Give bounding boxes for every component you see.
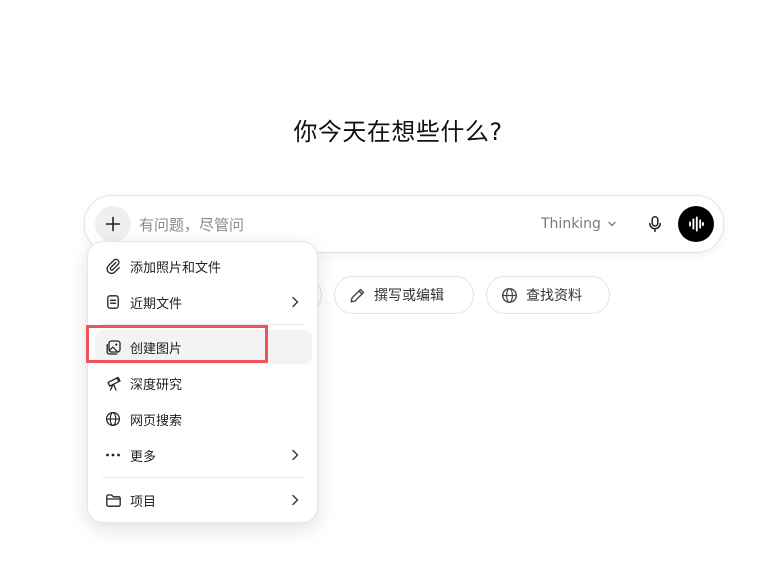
image-icon <box>104 338 122 356</box>
menu-divider <box>102 324 304 325</box>
attachment-menu: 添加照片和文件 近期文件 创建图片 深度研究 网页搜索 更多 项目 <box>87 241 318 523</box>
voice-mode-button[interactable] <box>678 206 714 242</box>
globe-icon <box>501 287 518 303</box>
suggestion-chip-search[interactable]: 查找资料 <box>486 276 610 314</box>
chip-label: 撰写或编辑 <box>374 288 444 304</box>
chevron-right-icon <box>292 296 299 308</box>
model-selector[interactable]: Thinking <box>541 210 617 238</box>
menu-item-label: 更多 <box>130 449 157 465</box>
telescope-icon <box>104 374 122 392</box>
menu-item-web-search[interactable]: 网页搜索 <box>95 402 312 436</box>
menu-item-label: 项目 <box>130 494 157 510</box>
menu-divider <box>102 477 304 478</box>
prompt-input[interactable] <box>137 210 521 240</box>
microphone-button[interactable] <box>641 210 669 238</box>
microphone-icon <box>649 216 661 233</box>
more-dots-icon <box>104 446 122 464</box>
menu-item-label: 添加照片和文件 <box>130 260 222 276</box>
add-button[interactable] <box>95 206 131 242</box>
chip-label: 查找资料 <box>526 288 582 304</box>
folder-icon <box>104 491 122 509</box>
menu-item-deep-research[interactable]: 深度研究 <box>95 366 312 400</box>
document-icon <box>104 293 122 311</box>
menu-item-create-image[interactable]: 创建图片 <box>95 330 312 364</box>
pencil-icon <box>350 288 365 302</box>
app-page: 你今天在想些什么? Thinking <box>0 0 766 577</box>
chevron-right-icon <box>292 494 299 506</box>
chevron-down-icon <box>608 221 616 227</box>
menu-item-projects[interactable]: 项目 <box>95 483 312 517</box>
paperclip-icon <box>104 257 122 275</box>
voice-waveform-icon <box>689 216 704 232</box>
plus-icon <box>105 216 121 232</box>
model-label: Thinking <box>541 216 601 232</box>
menu-item-label: 创建图片 <box>130 341 183 357</box>
menu-item-recent-files[interactable]: 近期文件 <box>95 285 312 319</box>
chevron-right-icon <box>292 449 299 461</box>
menu-item-label: 网页搜索 <box>130 413 183 429</box>
suggestion-chip-write[interactable]: 撰写或编辑 <box>334 276 474 314</box>
globe-icon <box>104 410 122 428</box>
page-heading: 你今天在想些什么? <box>293 118 503 146</box>
menu-item-more[interactable]: 更多 <box>95 438 312 472</box>
menu-item-label: 近期文件 <box>130 296 183 312</box>
menu-item-add-files[interactable]: 添加照片和文件 <box>95 249 312 283</box>
menu-item-label: 深度研究 <box>130 377 183 393</box>
